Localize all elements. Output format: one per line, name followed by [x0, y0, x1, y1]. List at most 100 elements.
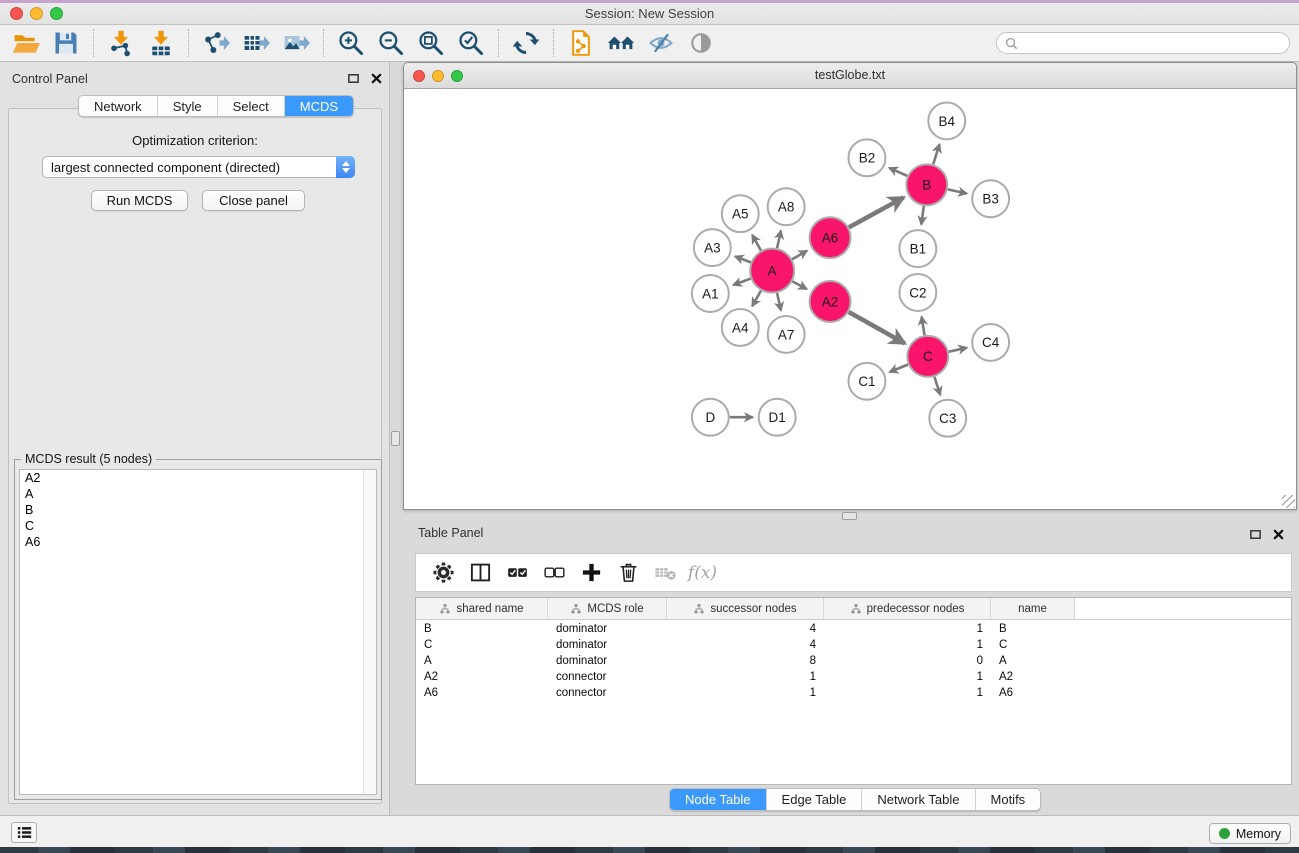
- graph-node-A3[interactable]: A3: [694, 229, 731, 266]
- edge-C-C3[interactable]: [934, 377, 940, 395]
- graph-node-B[interactable]: B: [906, 164, 947, 205]
- cell-shared-name[interactable]: A: [416, 655, 548, 667]
- tab-select[interactable]: Select: [217, 96, 284, 116]
- open-icon[interactable]: [6, 27, 46, 59]
- edge-A-A6[interactable]: [792, 251, 807, 260]
- tab-node-table[interactable]: Node Table: [670, 789, 766, 810]
- column-header-name[interactable]: name: [991, 598, 1075, 619]
- result-item[interactable]: B: [20, 502, 376, 518]
- column-header-successor-nodes[interactable]: successor nodes: [667, 598, 824, 619]
- cell-predecessor-nodes[interactable]: 1: [824, 639, 991, 651]
- tab-edge-table[interactable]: Edge Table: [766, 789, 862, 810]
- create-column-icon[interactable]: [576, 558, 607, 588]
- cell-successor-nodes[interactable]: 4: [667, 623, 824, 635]
- result-item[interactable]: C: [20, 518, 376, 534]
- delete-columns-icon[interactable]: [613, 558, 644, 588]
- cell-mcds-role[interactable]: dominator: [548, 655, 667, 667]
- edge-A-A3[interactable]: [735, 256, 751, 262]
- zoom-selected-icon[interactable]: [451, 27, 491, 59]
- cell-predecessor-nodes[interactable]: 1: [824, 671, 991, 683]
- graph-node-A4[interactable]: A4: [722, 309, 759, 346]
- zoom-in-icon[interactable]: [331, 27, 371, 59]
- column-header-shared-name[interactable]: shared name: [416, 598, 548, 619]
- cell-shared-name[interactable]: B: [416, 623, 548, 635]
- cell-name[interactable]: A: [991, 655, 1075, 667]
- tab-mcds[interactable]: MCDS: [284, 96, 353, 116]
- graph-node-A2[interactable]: A2: [810, 281, 851, 322]
- edge-A-A7[interactable]: [777, 293, 781, 311]
- vertical-divider-grip[interactable]: [391, 431, 400, 446]
- graph-node-A1[interactable]: A1: [692, 275, 729, 312]
- edge-A-A5[interactable]: [752, 235, 761, 251]
- zoom-fit-icon[interactable]: [411, 27, 451, 59]
- hide-selected-icon[interactable]: [641, 27, 681, 59]
- cell-mcds-role[interactable]: dominator: [548, 623, 667, 635]
- search-input[interactable]: [996, 32, 1290, 54]
- graph-node-A7[interactable]: A7: [768, 316, 805, 353]
- import-network-icon[interactable]: [101, 27, 141, 59]
- graph-node-A6[interactable]: A6: [810, 217, 851, 258]
- result-item[interactable]: A: [20, 486, 376, 502]
- cell-name[interactable]: A2: [991, 671, 1075, 683]
- edge-C-C2[interactable]: [922, 317, 925, 336]
- export-table-icon[interactable]: [236, 27, 276, 59]
- tab-network-table[interactable]: Network Table: [861, 789, 974, 810]
- result-item[interactable]: A2: [20, 470, 376, 486]
- graph-node-A8[interactable]: A8: [768, 188, 805, 225]
- close-panel-icon[interactable]: [369, 71, 383, 85]
- settings-icon[interactable]: [428, 558, 459, 588]
- close-panel-button[interactable]: Close panel: [202, 190, 305, 211]
- edge-C-C1[interactable]: [890, 364, 908, 372]
- graph-node-B2[interactable]: B2: [849, 139, 886, 176]
- graph-node-C4[interactable]: C4: [972, 324, 1009, 361]
- column-header-predecessor-nodes[interactable]: predecessor nodes: [824, 598, 991, 619]
- cell-successor-nodes[interactable]: 4: [667, 639, 824, 651]
- refresh-icon[interactable]: [506, 27, 546, 59]
- table-row[interactable]: Bdominator41B: [416, 621, 1291, 637]
- graph-node-C[interactable]: C: [907, 336, 948, 377]
- cell-mcds-role[interactable]: connector: [548, 671, 667, 683]
- tab-network[interactable]: Network: [79, 96, 157, 116]
- cell-name[interactable]: A6: [991, 687, 1075, 699]
- close-panel-icon[interactable]: [1271, 527, 1285, 541]
- run-mcds-button[interactable]: Run MCDS: [91, 190, 188, 211]
- zoom-out-icon[interactable]: [371, 27, 411, 59]
- horizontal-divider-grip[interactable]: [842, 512, 857, 520]
- cell-name[interactable]: B: [991, 623, 1075, 635]
- cell-successor-nodes[interactable]: 8: [667, 655, 824, 667]
- float-panel-icon[interactable]: [1248, 527, 1262, 541]
- network-canvas[interactable]: AA1A2A3A4A5A6A7A8BB1B2B3B4CC1C2C3C4DD1: [404, 89, 1296, 509]
- float-panel-icon[interactable]: [346, 71, 360, 85]
- edge-C-C4[interactable]: [949, 348, 967, 352]
- split-columns-icon[interactable]: [465, 558, 496, 588]
- graph-node-D1[interactable]: D1: [759, 399, 796, 436]
- import-table-icon[interactable]: [141, 27, 181, 59]
- task-history-button[interactable]: [11, 822, 37, 843]
- table-row[interactable]: Adominator80A: [416, 653, 1291, 669]
- window-resize-grip[interactable]: [1282, 495, 1295, 508]
- cell-shared-name[interactable]: A2: [416, 671, 548, 683]
- show-all-columns-icon[interactable]: [502, 558, 533, 588]
- edge-A6-B[interactable]: [849, 197, 904, 227]
- memory-button[interactable]: Memory: [1209, 823, 1291, 844]
- edge-A-A2[interactable]: [792, 281, 806, 289]
- export-image-icon[interactable]: [276, 27, 316, 59]
- tab-motifs[interactable]: Motifs: [975, 789, 1041, 810]
- result-list-scrollbar[interactable]: [363, 470, 376, 794]
- graph-node-D[interactable]: D: [692, 399, 729, 436]
- network-from-selection-icon[interactable]: [561, 27, 601, 59]
- cell-successor-nodes[interactable]: 1: [667, 671, 824, 683]
- hide-all-columns-icon[interactable]: [539, 558, 570, 588]
- cell-predecessor-nodes[interactable]: 1: [824, 623, 991, 635]
- table-row[interactable]: A2connector11A2: [416, 669, 1291, 685]
- tab-style[interactable]: Style: [157, 96, 217, 116]
- cell-shared-name[interactable]: C: [416, 639, 548, 651]
- edge-B-B1[interactable]: [921, 206, 924, 224]
- graph-node-C1[interactable]: C1: [849, 363, 886, 400]
- cell-mcds-role[interactable]: dominator: [548, 639, 667, 651]
- edge-A2-C[interactable]: [849, 312, 905, 343]
- edge-A-A1[interactable]: [733, 279, 750, 285]
- edge-B-B2[interactable]: [889, 168, 907, 176]
- criterion-dropdown[interactable]: largest connected component (directed): [42, 156, 355, 178]
- cell-predecessor-nodes[interactable]: 1: [824, 687, 991, 699]
